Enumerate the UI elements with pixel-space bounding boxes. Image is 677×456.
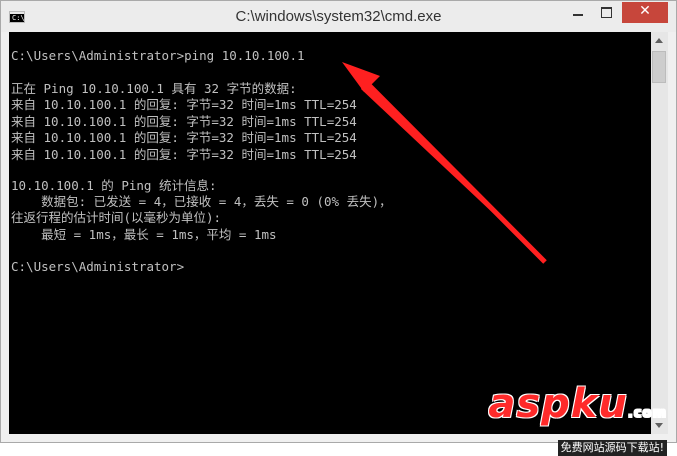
minimize-button[interactable] — [565, 2, 591, 23]
close-button[interactable]: ✕ — [622, 2, 668, 23]
watermark-subtitle: 免费网站源码下载站! — [557, 440, 667, 456]
console-line: 来自 10.10.100.1 的回复: 字节=32 时间=1ms TTL=254 — [11, 130, 357, 145]
cmd-window: C:\ C:\windows\system32\cmd.exe ✕ C:\Use… — [0, 0, 677, 443]
site-watermark: aspku.com 免费网站源码下载站! — [488, 382, 667, 456]
scroll-up-arrow-icon[interactable] — [651, 32, 668, 49]
console-line: 10.10.100.1 的 Ping 统计信息: — [11, 178, 217, 193]
console-line: 正在 Ping 10.10.100.1 具有 32 字节的数据: — [11, 81, 297, 96]
title-bar[interactable]: C:\ C:\windows\system32\cmd.exe ✕ — [1, 1, 676, 32]
watermark-logo-text: aspku — [488, 381, 628, 427]
console-line: C:\Users\Administrator>ping 10.10.100.1 — [11, 48, 305, 63]
console-line: 来自 10.10.100.1 的回复: 字节=32 时间=1ms TTL=254 — [11, 147, 357, 162]
console-line: 来自 10.10.100.1 的回复: 字节=32 时间=1ms TTL=254 — [11, 114, 357, 129]
console-line: 来自 10.10.100.1 的回复: 字节=32 时间=1ms TTL=254 — [11, 97, 357, 112]
console-line: 数据包: 已发送 = 4，已接收 = 4，丢失 = 0 (0% 丢失)， — [11, 194, 392, 209]
console-line: 最短 = 1ms，最长 = 1ms，平均 = 1ms — [11, 227, 277, 242]
console-output[interactable]: C:\Users\Administrator>ping 10.10.100.1 … — [9, 32, 651, 434]
watermark-logo: aspku.com — [488, 382, 667, 436]
vertical-scrollbar[interactable] — [651, 32, 668, 434]
watermark-tld: .com — [627, 406, 667, 421]
maximize-button[interactable] — [593, 2, 620, 23]
close-icon: ✕ — [639, 3, 651, 19]
scroll-thumb[interactable] — [652, 51, 666, 83]
console-line: C:\Users\Administrator> — [11, 259, 185, 274]
console-line: 往返行程的估计时间(以毫秒为单位): — [11, 210, 222, 225]
